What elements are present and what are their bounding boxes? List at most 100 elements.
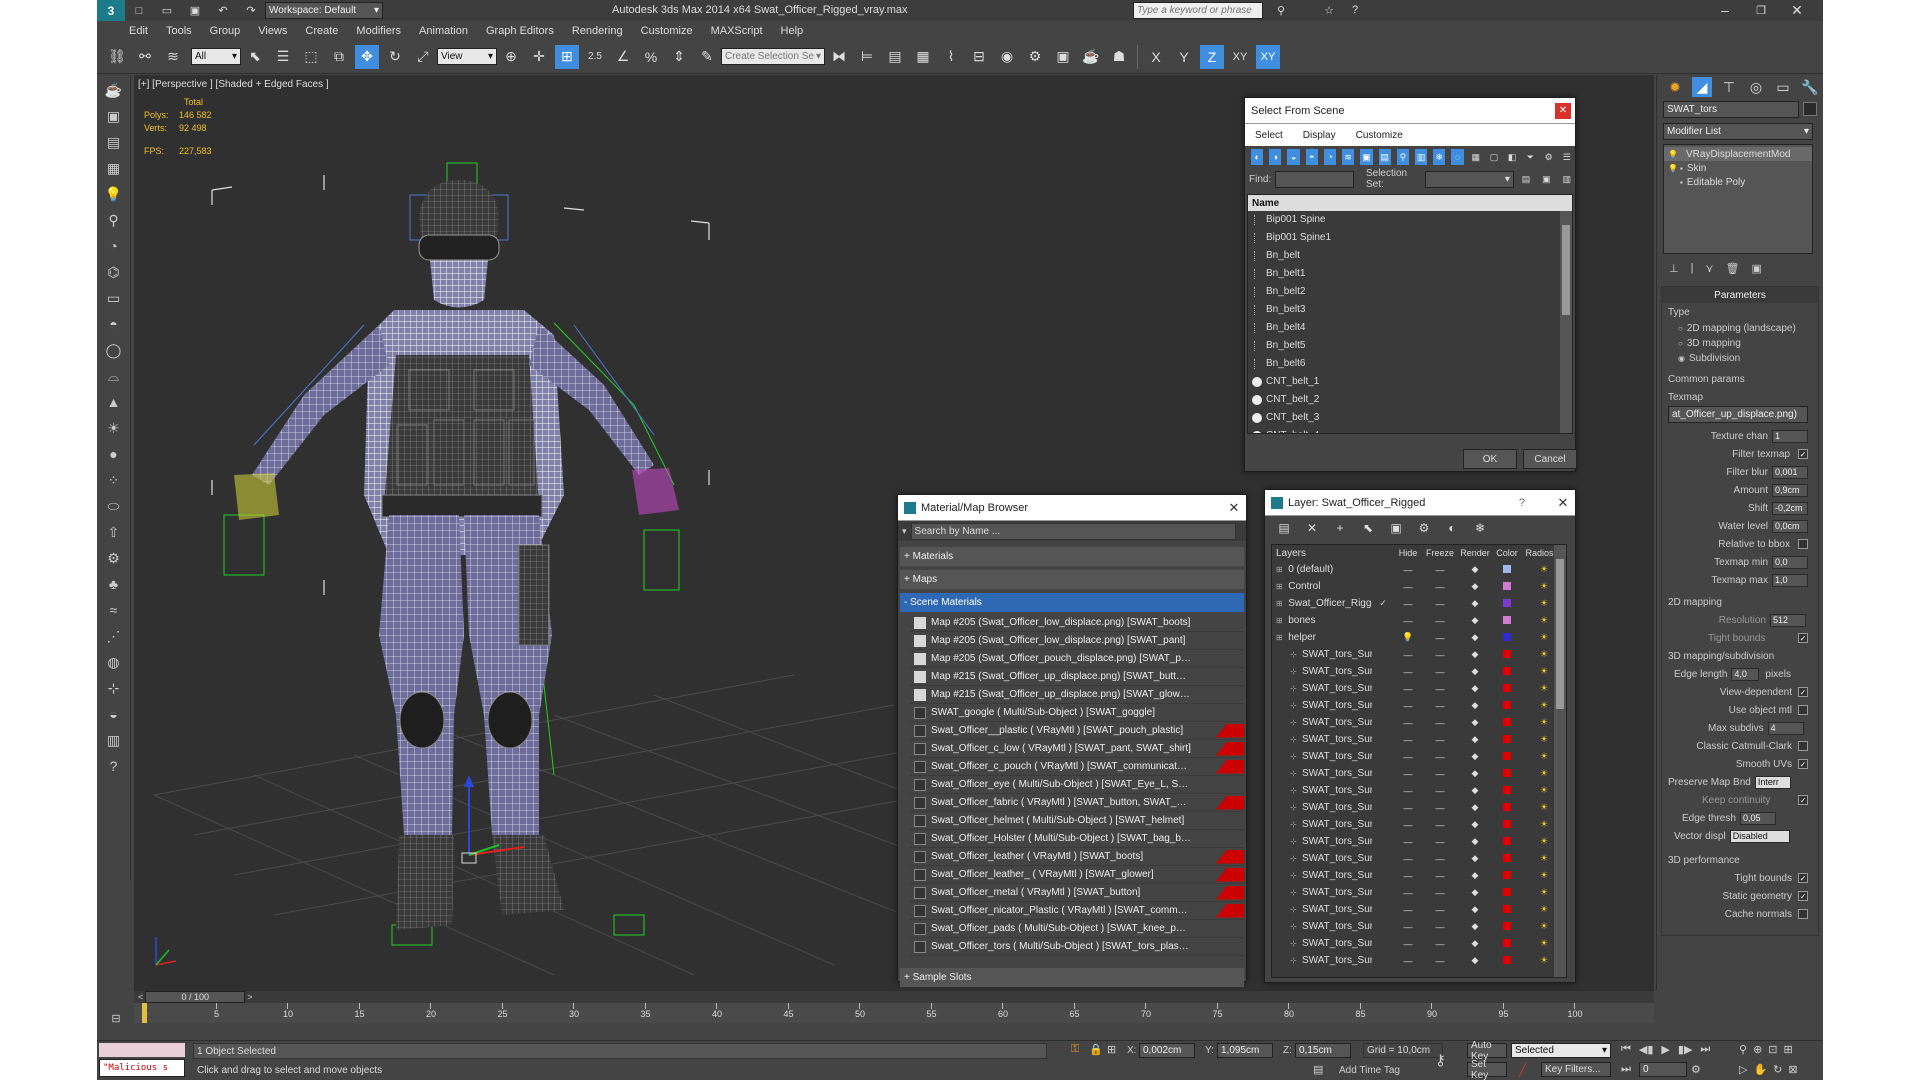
material-item[interactable]: Map #205 (Swat_Officer_pouch_displace.pn… [910,650,1244,668]
param-checkbox[interactable] [1798,539,1808,549]
layer-color-swatch[interactable] [1492,904,1522,915]
object-icon[interactable]: ⊹ [1290,854,1302,863]
expand-icon[interactable]: ▪ [1680,164,1683,173]
freeze-toggle-icon[interactable]: — [1422,582,1458,592]
arrow-icon[interactable]: ⇧ [102,521,126,543]
layer-color-swatch[interactable] [1492,564,1522,575]
stack-item[interactable]: 💡 ▪ Skin [1664,161,1812,175]
selected-dropdown[interactable]: Selected ▾ [1511,1043,1611,1058]
hide-toggle-icon[interactable]: — [1394,803,1422,813]
panel-icon[interactable]: ▤ [102,131,126,153]
layer-row[interactable]: ⊹SWAT_tors_Surfat——◆☀ [1272,765,1566,782]
sky-icon[interactable]: ◒ [102,703,126,725]
render-toggle-icon[interactable]: ◆ [1458,853,1492,864]
menu-customize[interactable]: Customize [641,25,693,37]
set-edit-icon[interactable]: ▤ [1520,172,1532,186]
binoculars-icon[interactable]: ⚲ [1269,0,1293,22]
key-filters-button[interactable]: Key Filters... [1541,1062,1611,1077]
render-toggle-icon[interactable]: ◆ [1458,836,1492,847]
axis-xy-cycle-button[interactable]: XY [1256,44,1280,69]
menu-customize[interactable]: Customize [1356,130,1403,141]
freeze-toggle-icon[interactable]: — [1422,667,1458,677]
display-none-icon[interactable]: ▢ [1488,149,1500,165]
expand-icon[interactable]: ▪ [1680,178,1683,187]
save-file-icon[interactable]: ▣ [183,0,207,23]
freeze-toggle-icon[interactable]: — [1422,820,1458,830]
render-toggle-icon[interactable]: ◆ [1458,887,1492,898]
select-manipulate-icon[interactable]: ✛ [527,45,551,69]
time-slider-thumb[interactable]: 0 / 100 [145,991,246,1003]
render-toggle-icon[interactable]: ◆ [1458,870,1492,881]
workspace-dropdown[interactable]: Workspace: Default ▾ [265,2,383,19]
unlink-icon[interactable]: ⚯ [133,45,157,69]
list-item[interactable]: Bn_belt [1248,247,1572,265]
col-hide[interactable]: Hide [1394,548,1422,558]
layer-row[interactable]: ⊹SWAT_tors_Surfat——◆☀ [1272,867,1566,884]
freeze-toggle-icon[interactable]: — [1422,956,1458,966]
display-hidden-icon[interactable]: ◌ [1451,149,1464,165]
bind-spacewarp-icon[interactable]: ≋ [161,45,185,69]
layer-color-swatch[interactable] [1492,734,1522,745]
spinner-snap-icon[interactable]: ⇕ [667,45,691,69]
layer-color-swatch[interactable] [1492,683,1522,694]
zoom-extents-icon[interactable]: ⊡ [1768,1043,1777,1056]
key-mode-icon[interactable]: ⏭ [1621,1063,1631,1076]
param-input[interactable]: 1,0 [1772,573,1808,587]
go-end-icon[interactable]: ⏭ [1700,1043,1710,1056]
mini-curve-toggle[interactable]: ⊟ [101,1012,131,1028]
material-item[interactable]: Map #215 (Swat_Officer_up_displace.png) … [910,686,1244,704]
add-time-tag[interactable]: Add Time Tag [1339,1065,1400,1076]
current-frame-input[interactable]: 0 [1639,1062,1687,1077]
display-lights-icon[interactable]: ◒ [1287,149,1300,165]
fov-icon[interactable]: ▷ [1739,1063,1747,1076]
find-input[interactable] [1275,170,1354,188]
display-invert-icon[interactable]: ◧ [1506,149,1518,165]
display-cameras-icon[interactable]: ◓ [1305,149,1318,165]
select-by-name-icon[interactable]: ☰ [271,45,295,69]
sphere-icon[interactable]: ◯ [102,339,126,361]
col-freeze[interactable]: Freeze [1422,548,1458,558]
set-remove-icon[interactable]: ▥ [1561,172,1573,186]
angle-snap-icon[interactable]: ∠ [611,45,635,69]
menu-create[interactable]: Create [305,25,338,37]
search-input[interactable]: Type a keyword or phrase [1133,2,1263,19]
timeline-track[interactable]: 0510152025303540455055606570758085909510… [134,1003,1654,1023]
pin-stack-icon[interactable]: ⊥ [1669,262,1679,275]
layer-expand-icon[interactable]: ⊞ [1276,616,1288,625]
next-key-icon[interactable]: ▮▶ [1678,1043,1693,1056]
checkbox[interactable] [1798,909,1808,919]
rect-selection-icon[interactable]: ⬚ [299,45,323,69]
maxscript-mini-field[interactable] [99,1043,185,1057]
freeze-toggle-icon[interactable]: — [1422,565,1458,575]
show-end-result-icon[interactable]: | [1691,262,1694,274]
layer-color-swatch[interactable] [1492,870,1522,881]
hide-toggle-icon[interactable]: — [1394,565,1422,575]
select-objects-icon[interactable]: ⬉ [1359,519,1377,537]
zoom-all-icon[interactable]: ⊕ [1753,1043,1762,1056]
keyboard-shortcut-icon[interactable]: ⊞ [555,44,579,69]
lightbulb-icon[interactable]: 💡 [102,183,126,205]
layer-row[interactable]: ⊞ helper 💡 — ◆ ☀ [1272,629,1566,646]
lock-icon[interactable]: 🔒 [1089,1043,1103,1056]
object-color-swatch[interactable] [1803,102,1817,116]
name-column-header[interactable]: Name [1248,195,1572,211]
timeline[interactable]: < 0 / 100 > 0510152025303540455055606570… [134,990,1654,1023]
hide-toggle-icon[interactable]: — [1394,769,1422,779]
menu-select[interactable]: Select [1255,130,1283,141]
hide-toggle-icon[interactable]: — [1394,735,1422,745]
freeze-toggle-icon[interactable]: — [1422,888,1458,898]
display-containers-icon[interactable]: ▥ [1414,149,1428,165]
render-toggle-icon[interactable]: ◆ [1458,819,1492,830]
hair-icon[interactable]: ≈ [102,599,126,621]
render-toggle-icon[interactable]: ◆ [1458,598,1492,609]
list-scrollbar[interactable] [1560,211,1572,433]
close-icon[interactable]: ✕ [1551,493,1575,513]
radio-icon[interactable]: ○ [1678,339,1683,348]
configure-sets-icon[interactable]: ▣ [1751,262,1761,275]
layer-color-swatch[interactable] [1492,666,1522,677]
auto-key-button[interactable]: Auto Key [1467,1040,1507,1062]
current-layer-indicator[interactable]: ✓ [1372,598,1394,609]
param-input[interactable]: 0,0 [1772,555,1808,569]
z-coord-input[interactable]: 0,15cm [1295,1043,1351,1058]
param-input[interactable]: 0,001 [1772,465,1808,479]
